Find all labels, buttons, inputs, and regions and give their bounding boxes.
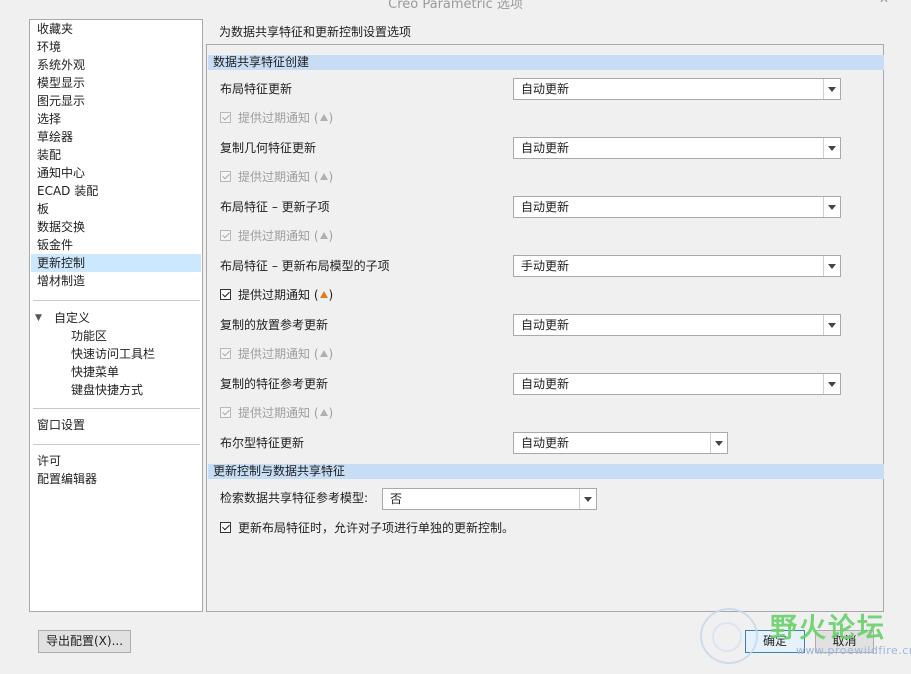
nav-item-entity-display[interactable]: 图元显示 [31,92,201,110]
nav-item-sketcher[interactable]: 草绘器 [31,128,201,146]
copied-feature-ref-update-select[interactable]: 自动更新 [513,373,841,395]
page-title: 为数据共享特征和更新控制设置选项 [219,25,412,39]
checkbox-label-end: ) [328,111,334,125]
nav-divider [33,444,200,445]
setting-label: 布尔型特征更新 [220,436,305,450]
chevron-down-icon[interactable] [823,374,840,394]
title-bar: Creo Parametric 选项 ✕ [0,0,911,12]
checkbox-label: 提供过期通知 ( [238,229,319,243]
checkbox-label: 提供过期通知 ( [238,406,319,420]
checkbox-icon [220,407,231,418]
nav-item-environment[interactable]: 环境 [31,38,201,56]
nav-item-shortcut-menus[interactable]: 快捷菜单 [31,363,201,381]
export-config-button[interactable]: 导出配置(X)... [38,630,131,653]
setting-label: 布局特征 – 更新子项 [220,200,330,214]
setting-label: 复制的放置参考更新 [220,318,329,332]
checkbox-label-end: ) [328,347,334,361]
layout-feature-update-select[interactable]: 自动更新 [513,78,841,100]
window-title: Creo Parametric 选项 [388,0,523,12]
nav-item-sheetmetal[interactable]: 钣金件 [31,236,201,254]
retrieve-ref-model-select[interactable]: 否 [382,488,597,510]
checkbox-label: 提供过期通知 ( [238,347,319,361]
warning-icon [319,291,328,298]
nav-item-ribbon[interactable]: 功能区 [31,327,201,345]
ok-button[interactable]: 确定 [745,630,805,653]
checkbox-icon [220,112,231,123]
select-value: 自动更新 [521,82,570,96]
setting-label: 布局特征 – 更新布局模型的子项 [220,259,390,273]
layout-children-update-select[interactable]: 自动更新 [513,196,841,218]
warning-icon [319,114,328,121]
warning-icon [319,232,328,239]
checkbox-label-end: ) [328,406,334,420]
select-value: 自动更新 [521,141,570,155]
layout-model-children-update-select[interactable]: 手动更新 [513,255,841,277]
expand-triangle-icon[interactable]: ▼ [35,309,42,327]
select-value: 自动更新 [521,318,570,332]
checkbox-label-end: ) [328,288,334,302]
chevron-down-icon[interactable] [710,433,727,453]
options-nav: 收藏夹 环境 系统外观 模型显示 图元显示 选择 草绘器 装配 通知中心 ECA… [29,19,203,612]
chevron-down-icon[interactable] [823,256,840,276]
copied-placement-ref-update-select[interactable]: 自动更新 [513,314,841,336]
chevron-down-icon[interactable] [823,79,840,99]
nav-item-favorites[interactable]: 收藏夹 [31,20,201,38]
checkbox-icon [220,171,231,182]
nav-item-quick-access-toolbar[interactable]: 快速访问工具栏 [31,345,201,363]
nav-item-selection[interactable]: 选择 [31,110,201,128]
checkbox-label-end: ) [328,170,334,184]
section-header-data-sharing: 数据共享特征创建 [208,55,884,70]
nav-item-assembly[interactable]: 装配 [31,146,201,164]
nav-item-ecad-assembly[interactable]: ECAD 装配 [31,182,201,200]
nav-group-customize[interactable]: ▼ 自定义 [31,309,201,327]
copy-geometry-update-select[interactable]: 自动更新 [513,137,841,159]
checkbox-icon [220,230,231,241]
nav-item-notification-center[interactable]: 通知中心 [31,164,201,182]
nav-item-update-control[interactable]: 更新控制 [31,254,201,272]
warning-icon [319,350,328,357]
chevron-down-icon[interactable] [823,197,840,217]
select-value: 手动更新 [521,259,570,273]
nav-divider [33,408,200,409]
checkbox-label: 提供过期通知 ( [238,111,319,125]
nav-group-customize-label: 自定义 [54,311,91,325]
select-value: 自动更新 [521,200,570,214]
nav-divider [33,300,200,301]
setting-label: 布局特征更新 [220,82,293,96]
checkbox-icon [220,348,231,359]
chevron-down-icon[interactable] [823,315,840,335]
nav-item-additive-manufacturing[interactable]: 增材制造 [31,272,201,290]
setting-label: 检索数据共享特征参考模型: [220,491,369,505]
select-value: 否 [390,492,403,506]
setting-label: 复制几何特征更新 [220,141,317,155]
nav-item-system-appearance[interactable]: 系统外观 [31,56,201,74]
nav-item-board[interactable]: 板 [31,200,201,218]
checkbox-label: 提供过期通知 ( [238,288,319,302]
options-panel: 数据共享特征创建 布局特征更新 自动更新 提供过期通知 () 复制几何特征更新 … [206,44,884,612]
checkbox-label: 提供过期通知 ( [238,170,319,184]
section-header-update-control: 更新控制与数据共享特征 [208,464,884,479]
nav-item-window-settings[interactable]: 窗口设置 [31,416,201,434]
select-value: 自动更新 [521,377,570,391]
nav-item-data-exchange[interactable]: 数据交换 [31,218,201,236]
warning-icon [319,409,328,416]
checkbox-label: 更新布局特征时，允许对子项进行单独的更新控制。 [238,521,515,535]
chevron-down-icon[interactable] [579,489,596,509]
select-value: 自动更新 [521,436,570,450]
checkbox-icon[interactable] [220,289,231,300]
nav-item-config-editor[interactable]: 配置编辑器 [31,470,201,488]
boolean-feature-update-select[interactable]: 自动更新 [513,432,728,454]
nav-item-keyboard-shortcuts[interactable]: 键盘快捷方式 [31,381,201,399]
checkbox-icon[interactable] [220,522,231,533]
nav-item-license[interactable]: 许可 [31,452,201,470]
setting-label: 复制的特征参考更新 [220,377,329,391]
chevron-down-icon[interactable] [823,138,840,158]
cancel-button[interactable]: 取消 [815,630,874,653]
warning-icon [319,173,328,180]
nav-item-model-display[interactable]: 模型显示 [31,74,201,92]
checkbox-label-end: ) [328,229,334,243]
close-icon[interactable]: ✕ [879,0,889,6]
